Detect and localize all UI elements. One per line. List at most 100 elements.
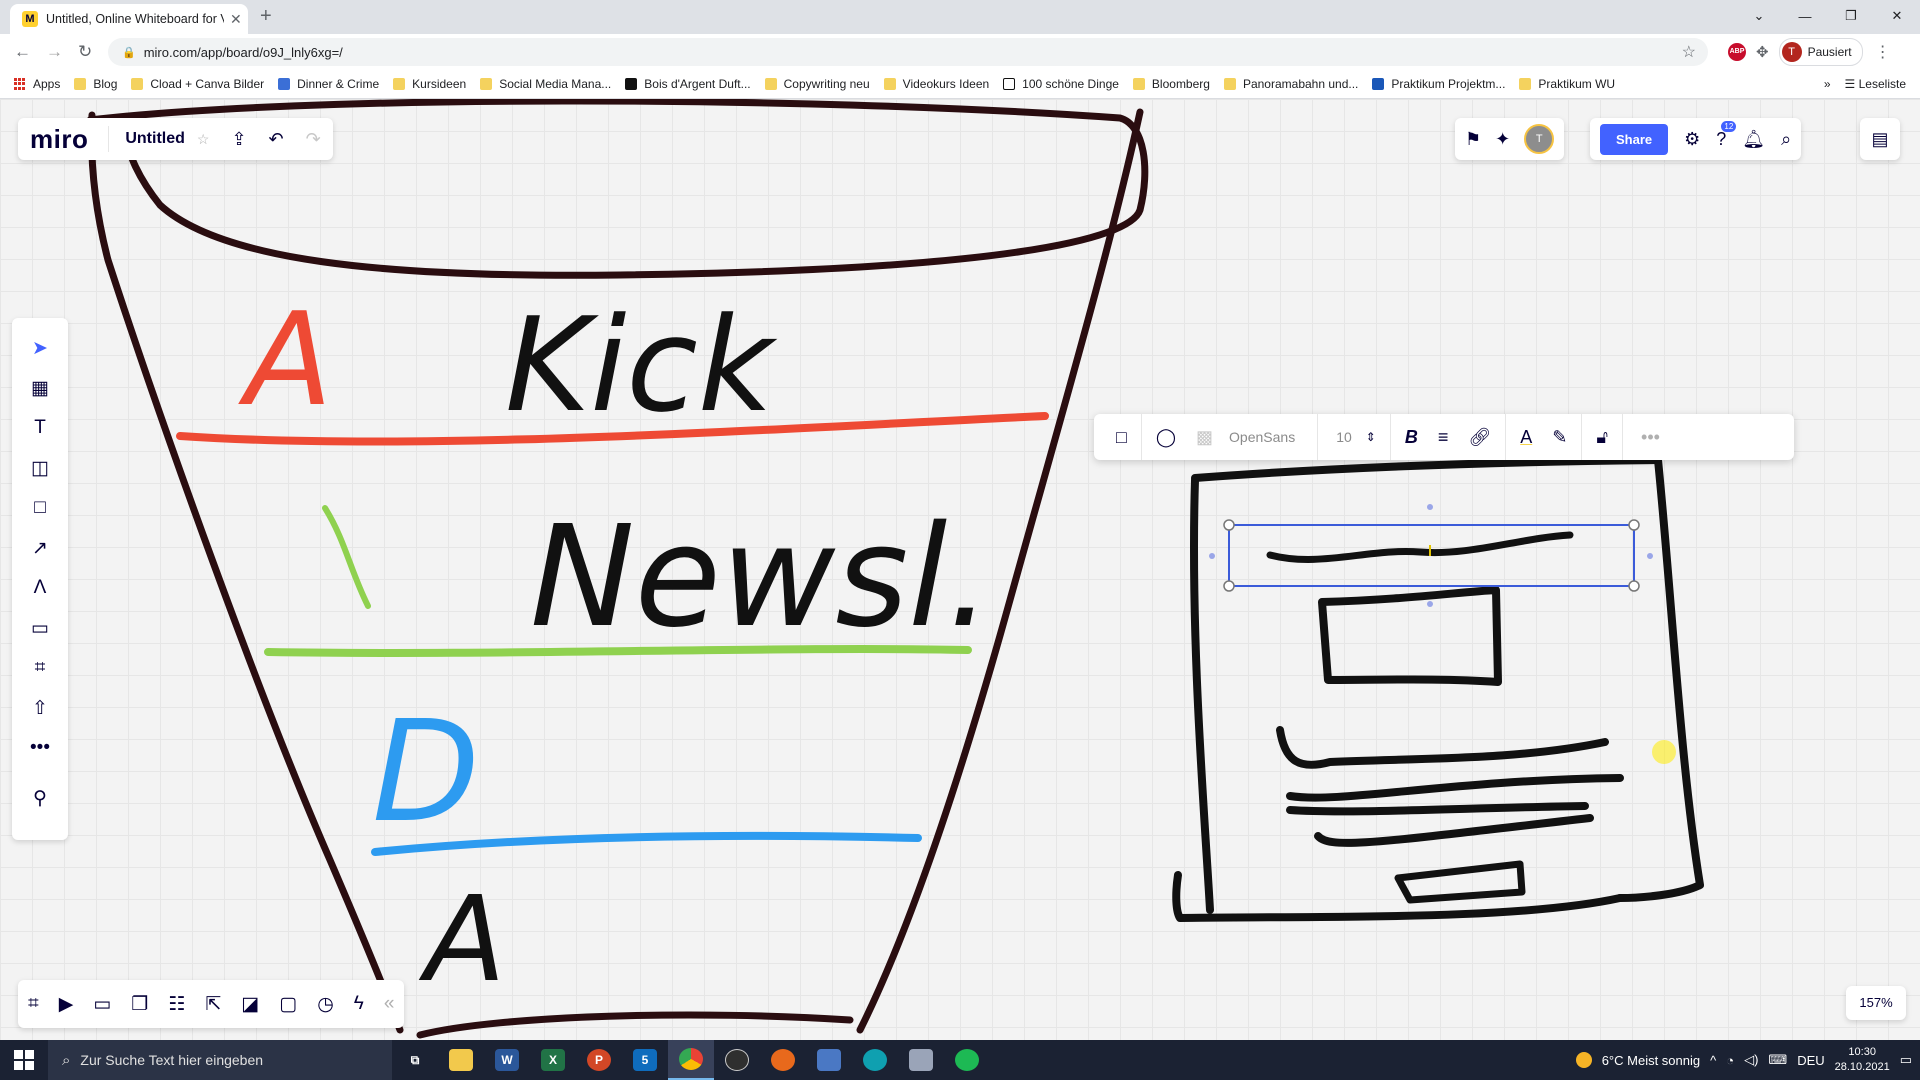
file-explorer-icon[interactable] <box>438 1040 484 1080</box>
collapse-chevron-icon[interactable]: « <box>384 993 395 1015</box>
more-options-icon[interactable]: ••• <box>1641 427 1660 448</box>
presentation-icon[interactable]: ▶ <box>59 993 74 1016</box>
bookmark-item[interactable]: Panoramabahn und... <box>1223 77 1358 91</box>
font-size-stepper-icon[interactable]: ⇕ <box>1366 430 1376 444</box>
bookmark-star-icon[interactable]: ☆ <box>1682 42 1696 62</box>
text-color-icon[interactable]: A <box>1520 427 1532 448</box>
share-button[interactable]: Share <box>1600 123 1669 155</box>
app-blue-icon[interactable] <box>806 1040 852 1080</box>
screenshare-icon[interactable]: ◪ <box>241 993 259 1016</box>
url-text[interactable]: miro.com/app/board/o9J_lnly6xg=/ <box>144 45 343 60</box>
miro-logo[interactable]: miro <box>30 124 88 155</box>
task-view-icon[interactable]: ⧉ <box>392 1040 438 1080</box>
comment-icon[interactable]: ▭ <box>20 608 60 648</box>
templates-icon[interactable]: ▦ <box>20 368 60 408</box>
share-screen-icon[interactable]: ⇱ <box>205 993 221 1016</box>
zoom-level[interactable]: 157% <box>1846 986 1906 1020</box>
settings-sliders-icon[interactable]: ⚙ <box>1684 129 1700 150</box>
tray-overflow-icon[interactable]: ^ <box>1710 1053 1716 1068</box>
bell-icon[interactable]: 🔔︎ <box>1742 129 1765 150</box>
extensions-puzzle-icon[interactable]: ✥ <box>1756 43 1769 61</box>
minimize-icon[interactable]: — <box>1782 9 1828 24</box>
select-cursor-icon[interactable]: ➤ <box>20 328 60 368</box>
new-tab-icon[interactable]: + <box>260 5 272 28</box>
chrome-icon[interactable] <box>668 1040 714 1080</box>
tab-search-icon[interactable]: ⌄ <box>1736 8 1782 24</box>
chrome-menu-icon[interactable]: ⋮ <box>1875 42 1891 62</box>
collaborator-avatar[interactable]: T <box>1524 124 1555 154</box>
edge-icon[interactable] <box>852 1040 898 1080</box>
reading-list-button[interactable]: ☰ Leseliste <box>1845 77 1906 91</box>
browser-tab[interactable]: M Untitled, Online Whiteboard for Visual… <box>10 4 248 34</box>
lightning-icon[interactable]: ϟ <box>354 993 364 1015</box>
bookmark-item[interactable]: Bloomberg <box>1132 77 1210 91</box>
more-tools-icon[interactable]: ••• <box>20 728 60 768</box>
volume-icon[interactable]: ◁) <box>1744 1052 1758 1068</box>
celebrate-icon[interactable]: ✦ <box>1495 129 1510 150</box>
border-circle-icon[interactable]: ◯ <box>1156 427 1176 448</box>
bookmark-item[interactable]: Praktikum WU <box>1519 77 1615 91</box>
address-bar[interactable]: 🔒 miro.com/app/board/o9J_lnly6xg=/ ☆ <box>108 38 1708 66</box>
export-upload-icon[interactable]: ⇪ <box>231 129 246 150</box>
taskbar-search[interactable]: ⌕ Zur Suche Text hier eingeben <box>48 1040 392 1080</box>
star-icon[interactable]: ☆ <box>197 131 210 148</box>
mail-icon[interactable]: 5 <box>622 1040 668 1080</box>
adblock-extension-icon[interactable]: ABP <box>1728 43 1746 61</box>
video-call-icon[interactable]: ▢ <box>279 993 297 1016</box>
font-family-select[interactable]: OpenSans <box>1229 429 1295 445</box>
app-orange-icon[interactable] <box>760 1040 806 1080</box>
board-title[interactable]: Untitled <box>125 130 185 148</box>
bookmark-item[interactable]: Social Media Mana... <box>480 77 611 91</box>
language-indicator[interactable]: DEU <box>1797 1053 1824 1068</box>
connection-line-icon[interactable]: ↗ <box>20 528 60 568</box>
bold-icon[interactable]: B <box>1405 427 1418 448</box>
funnel-label-a-red[interactable]: A <box>238 286 333 435</box>
reactions-icon[interactable]: ⚑ <box>1465 129 1481 150</box>
fill-transparent-icon[interactable]: ▩ <box>1196 427 1213 448</box>
upload-icon[interactable]: ⇧ <box>20 688 60 728</box>
shape-tool-icon[interactable]: □ <box>20 488 60 528</box>
spotify-icon[interactable] <box>944 1040 990 1080</box>
more-bookmarks-icon[interactable]: » <box>1824 77 1831 91</box>
word-icon[interactable]: W <box>484 1040 530 1080</box>
search-icon[interactable]: ⌕ <box>1781 129 1791 150</box>
forward-icon[interactable]: → <box>46 42 63 62</box>
apps-plug-icon[interactable]: ⚲ <box>20 778 60 818</box>
sticky-note-icon[interactable]: ◫ <box>20 448 60 488</box>
maximize-icon[interactable]: ❐ <box>1828 8 1874 24</box>
pen-tool-icon[interactable]: Λ <box>20 568 60 608</box>
newsletter-sketch[interactable] <box>1172 456 1704 922</box>
close-window-icon[interactable]: ✕ <box>1874 8 1920 24</box>
highlight-marker-icon[interactable]: ✎ <box>1552 427 1567 448</box>
bookmark-item[interactable]: 100 schöne Dinge <box>1003 77 1119 91</box>
close-tab-icon[interactable]: ✕ <box>230 11 242 28</box>
funnel-label-kick[interactable]: Kick <box>505 289 778 441</box>
bookmark-item[interactable]: Dinner & Crime <box>278 77 379 91</box>
cards-icon[interactable]: ☷ <box>168 993 185 1016</box>
bookmark-item[interactable]: Praktikum Projektm... <box>1372 77 1505 91</box>
weather-sun-icon[interactable] <box>1575 1052 1592 1068</box>
timer-icon[interactable]: ◷ <box>317 993 334 1016</box>
bookmark-item[interactable]: Kursideen <box>393 77 466 91</box>
clock[interactable]: 10:30 28.10.2021 <box>1835 1045 1890 1075</box>
funnel-label-a-black[interactable]: A <box>418 870 506 1008</box>
bookmark-item[interactable]: Blog <box>74 77 117 91</box>
redo-icon[interactable]: ↷ <box>306 129 321 150</box>
calculator-icon[interactable] <box>898 1040 944 1080</box>
funnel-label-newsletter[interactable]: Newsl. <box>530 496 992 659</box>
weather-text[interactable]: 6°C Meist sonnig <box>1602 1053 1700 1068</box>
bookmark-item[interactable]: Videokurs Ideen <box>883 77 989 91</box>
bookmark-item[interactable]: Bois d'Argent Duft... <box>625 77 751 91</box>
comments-icon[interactable]: ▭ <box>93 993 111 1016</box>
help-icon[interactable]: ? 12 <box>1716 120 1737 150</box>
undo-icon[interactable]: ↶ <box>269 129 284 150</box>
funnel-label-d-blue[interactable]: D <box>372 691 480 854</box>
notifications-icon[interactable]: ▭ <box>1900 1052 1912 1068</box>
shape-square-icon[interactable]: □ <box>1116 427 1127 448</box>
chat-icon[interactable]: ❐ <box>131 993 148 1016</box>
powerpoint-icon[interactable]: P <box>576 1040 622 1080</box>
text-tool-icon[interactable]: T <box>20 408 60 448</box>
obs-icon[interactable] <box>714 1040 760 1080</box>
bookmark-item[interactable]: Copywriting neu <box>764 77 870 91</box>
font-size-input[interactable]: 10 <box>1336 429 1352 445</box>
